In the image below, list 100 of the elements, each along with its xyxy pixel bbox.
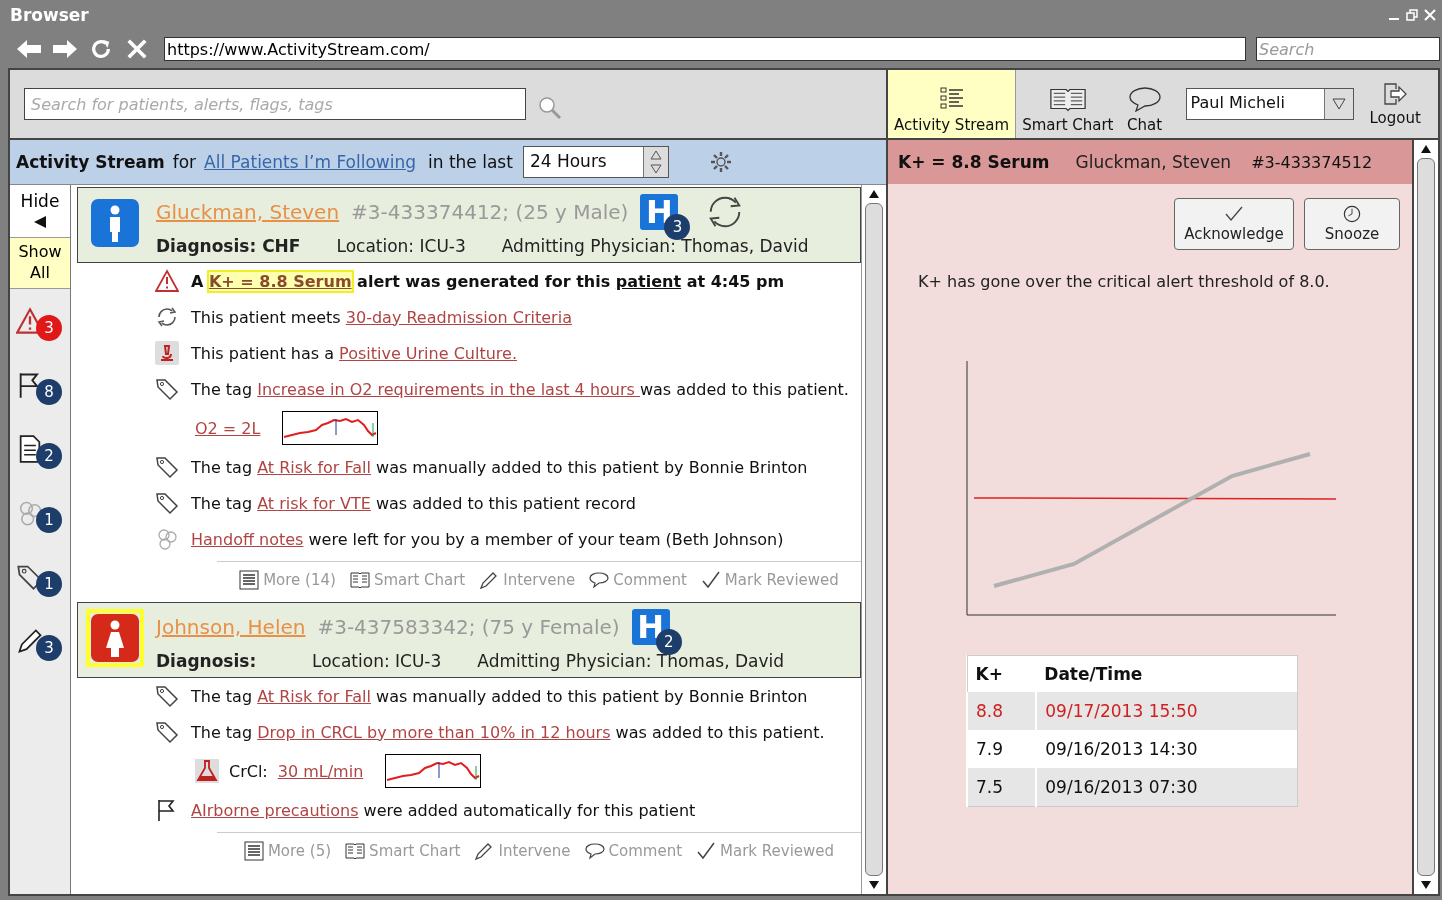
- action-button[interactable]: Mark Reviewed: [700, 570, 839, 590]
- list-icon: [938, 86, 965, 112]
- patient-id: #3-433374512: [1251, 152, 1373, 172]
- checkmark-icon: [696, 841, 717, 861]
- book-icon: [345, 841, 366, 861]
- search-field[interactable]: Search for patients, alerts, flags, tags: [24, 88, 526, 120]
- alert-message: K+ has gone over the critical alert threshold of 8.0.: [918, 272, 1331, 291]
- book-icon: [1048, 86, 1087, 112]
- event-link[interactable]: At Risk for Fall: [257, 686, 371, 706]
- tag-icon: [155, 720, 179, 744]
- cycle-arrows-icon: [155, 305, 179, 329]
- event-link[interactable]: At Risk for Fall: [257, 457, 371, 477]
- event-text: A K+ = 8.8 Serum alert was generated for this patient at 4:45 pm: [191, 271, 785, 291]
- measure-link[interactable]: 30 mL/min: [277, 761, 364, 781]
- event-text: The tag At Risk for Fall was manually added to this patient by Bonnie Brinton: [191, 686, 808, 706]
- scroll-up-icon[interactable]: [868, 189, 880, 199]
- alert-action-button[interactable]: Snooze: [1304, 198, 1400, 250]
- microscope-icon: [155, 341, 179, 365]
- scroll-up-icon[interactable]: [1420, 144, 1432, 154]
- event-text: This patient has a Positive Urine Culture.: [191, 343, 517, 363]
- measure-link[interactable]: O2 = 2L: [195, 418, 261, 438]
- table-cell: 7.5: [967, 768, 1037, 807]
- scrollbar-thumb[interactable]: [865, 203, 883, 876]
- list-icon: [243, 841, 264, 861]
- event-text: The tag At risk for VTE was added to this patient record: [191, 493, 636, 513]
- action-button[interactable]: More (5): [243, 841, 332, 861]
- scrollbar-thumb[interactable]: [1417, 158, 1435, 876]
- event-link[interactable]: AIrborne precautions: [191, 800, 359, 820]
- count-badge: 2: [36, 442, 62, 469]
- event-link[interactable]: Drop in CRCL by more than 10% in 12 hours: [257, 722, 611, 742]
- event-link[interactable]: 30-day Readmission Criteria: [345, 307, 572, 327]
- count-badge: 3: [36, 634, 62, 661]
- logout-icon: [1382, 81, 1409, 107]
- url-field[interactable]: https://www.ActivityStream.com/: [164, 37, 1246, 61]
- show-all-button[interactable]: Show All: [10, 238, 70, 289]
- logout-button[interactable]: Logout: [1363, 70, 1427, 138]
- speech-bubble-icon: [584, 841, 605, 861]
- event-text: This patient meets 30-day Readmission Criteria: [191, 307, 572, 327]
- diagnosis-text: Diagnosis:: [156, 651, 258, 671]
- scroll-down-icon[interactable]: [1420, 880, 1432, 890]
- spinner-arrows-icon[interactable]: [648, 149, 663, 175]
- event-link[interactable]: Positive Urine Culture.: [339, 343, 517, 363]
- measure-label: CrCl:: [229, 761, 268, 781]
- action-button[interactable]: Smart Chart: [345, 841, 461, 861]
- scroll-down-icon[interactable]: [868, 880, 880, 890]
- label-text: in the last: [428, 152, 513, 172]
- tag-icon: [155, 377, 179, 401]
- table-cell: 09/16/2013 07:30: [1036, 768, 1298, 807]
- event-link[interactable]: K+ = 8.8 Serum: [208, 271, 352, 291]
- location-text: Location: ICU-3: [336, 236, 466, 256]
- checkmark-icon: [700, 570, 721, 590]
- checkmark-icon: [1224, 205, 1244, 223]
- tag-icon: [155, 455, 179, 479]
- diagnosis-text: Diagnosis: CHF: [156, 236, 301, 256]
- event-text: The tag Drop in CRCL by more than 10% in 12 hours was added to this patient.: [191, 722, 825, 742]
- nav-tab[interactable]: Activity Stream: [888, 70, 1017, 138]
- clock-icon: [1342, 205, 1362, 223]
- action-button[interactable]: Comment: [584, 841, 683, 861]
- patient-name-link[interactable]: Gluckman, Steven: [1075, 152, 1232, 172]
- close-icon[interactable]: [1424, 9, 1436, 21]
- tag-icon: [155, 684, 179, 708]
- speech-bubble-icon: [589, 570, 610, 590]
- window-title: Browser: [10, 5, 89, 25]
- count-badge: 8: [36, 378, 62, 405]
- column-header: K+: [967, 655, 1037, 692]
- event-link[interactable]: patient: [615, 271, 682, 291]
- event-text: Handoff notes were left for you by a member of your team (Beth Johnson): [191, 529, 784, 549]
- alert-action-button[interactable]: Acknowledge: [1174, 198, 1294, 250]
- patient-details: #3-433374412; (25 y Male): [351, 200, 629, 224]
- count-badge: 1: [36, 506, 62, 533]
- settings-icon[interactable]: [708, 150, 733, 174]
- restore-icon[interactable]: [1406, 9, 1418, 21]
- tag-icon: [155, 491, 179, 515]
- count-badge: 1: [36, 570, 62, 597]
- event-link[interactable]: Increase in O2 requirements in the last 4 hours: [257, 379, 640, 399]
- alert-title: K+ = 8.8 Serum: [898, 152, 1050, 172]
- nav-tab[interactable]: Chat: [1119, 70, 1170, 138]
- search-icon[interactable]: [538, 96, 562, 120]
- patient-details: #3-437583342; (75 y Female): [317, 615, 620, 639]
- filter-link[interactable]: All Patients I’m Following: [204, 152, 416, 172]
- nav-tab[interactable]: Smart Chart: [1016, 70, 1120, 138]
- book-icon: [349, 570, 370, 590]
- back-arrow-icon[interactable]: [16, 38, 42, 60]
- location-text: Location: ICU-3: [312, 651, 442, 671]
- browser-search-field[interactable]: Search: [1256, 37, 1440, 61]
- event-link[interactable]: Handoff notes: [191, 529, 304, 549]
- event-text: The tag Increase in O2 requirements in the last 4 hours was added to this patient.: [191, 379, 849, 399]
- stream-title: Activity Stream: [16, 152, 165, 172]
- user-dropdown[interactable]: Paul Micheli: [1185, 88, 1354, 120]
- forward-arrow-icon[interactable]: [52, 38, 78, 60]
- event-link[interactable]: At risk for VTE: [257, 493, 371, 513]
- flask-icon: [195, 759, 219, 783]
- period-spinner[interactable]: 24 Hours: [522, 146, 669, 178]
- hide-button[interactable]: Hide: [10, 185, 70, 238]
- table-cell: 09/17/2013 15:50: [1036, 692, 1298, 730]
- action-button[interactable]: Mark Reviewed: [696, 841, 835, 861]
- action-button[interactable]: Comment: [589, 570, 687, 590]
- action-button[interactable]: More (14): [239, 570, 336, 590]
- event-text: AIrborne precautions were added automatically for this patient: [191, 800, 696, 820]
- action-button[interactable]: Smart Chart: [349, 570, 466, 590]
